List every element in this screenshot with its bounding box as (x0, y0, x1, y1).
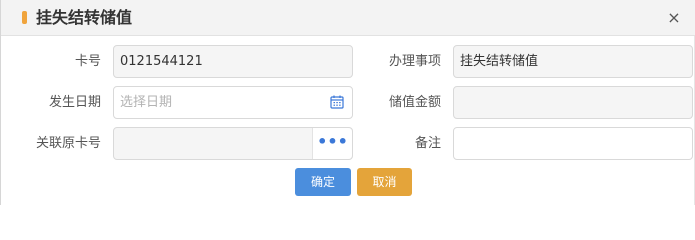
date-label: 发生日期 (48, 95, 101, 110)
date-picker[interactable]: 选择日期 (113, 86, 353, 119)
card-no-field[interactable]: 0121544121 (113, 45, 353, 78)
title-marker (22, 11, 27, 24)
dialog: 挂失结转储值 × 卡号 0121544121 办理事项 挂失结转储值 发生日期 … (0, 0, 695, 205)
cancel-button[interactable]: 取消 (357, 168, 412, 196)
balance-label: 储值金额 (388, 95, 441, 110)
dialog-title: 挂失结转储值 (36, 8, 133, 27)
balance-field[interactable] (453, 86, 693, 119)
dialog-header: 挂失结转储值 × (1, 0, 695, 36)
confirm-button[interactable]: 确定 (295, 168, 351, 196)
calendar-icon[interactable] (330, 95, 344, 109)
card-no-value: 0121544121 (120, 54, 203, 69)
remark-label: 备注 (414, 136, 441, 151)
remark-field[interactable] (453, 127, 693, 160)
linked-card-label: 关联原卡号 (35, 136, 101, 151)
card-no-label: 卡号 (74, 54, 101, 69)
item-label: 办理事项 (388, 54, 441, 69)
item-value: 挂失结转储值 (460, 54, 539, 69)
more-dots-icon[interactable]: ••• (312, 128, 352, 159)
item-field[interactable]: 挂失结转储值 (453, 45, 693, 78)
close-icon[interactable]: × (666, 9, 682, 27)
linked-card-field[interactable]: ••• (113, 127, 353, 160)
date-placeholder: 选择日期 (120, 95, 173, 110)
